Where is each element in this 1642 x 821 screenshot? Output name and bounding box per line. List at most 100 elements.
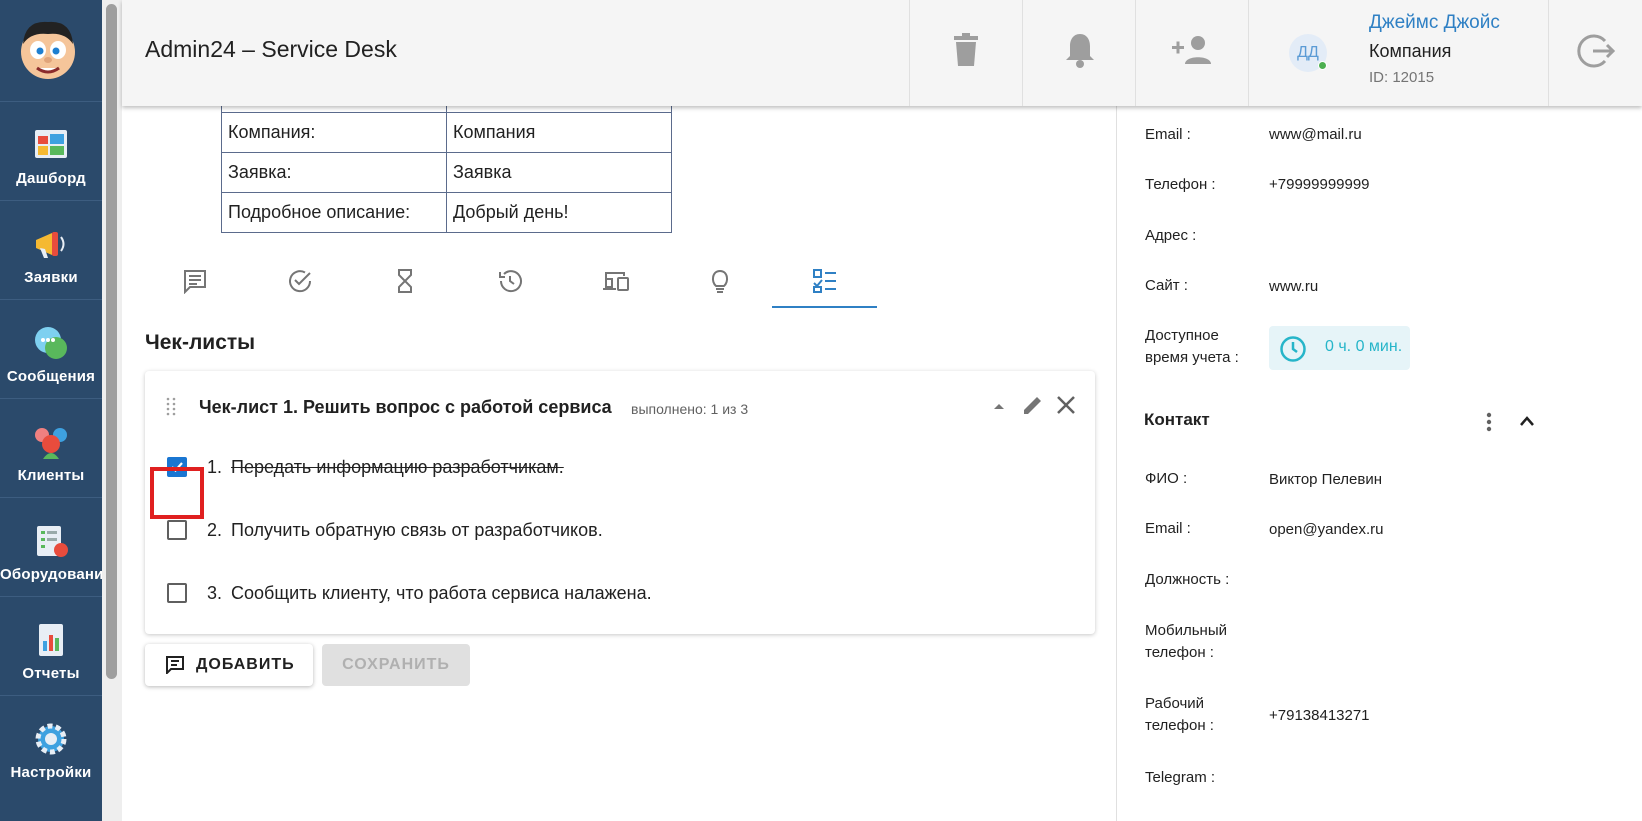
annotation-highlight-box (150, 467, 204, 519)
sidebar-item-dashboard[interactable]: Дашборд (0, 101, 102, 200)
edit-icon[interactable] (1021, 393, 1045, 417)
contact-email[interactable]: open@yandex.ru (1269, 521, 1383, 538)
available-time-value: 0 ч. 0 мин. (1325, 338, 1403, 355)
company-phone[interactable]: +79999999999 (1269, 176, 1370, 193)
contact-heading: Контакт (1144, 410, 1210, 429)
tab-history[interactable] (457, 258, 562, 308)
logo-avatar-icon[interactable] (13, 14, 83, 84)
checklist-item: 2. Получить обратную связь от разработчи… (167, 516, 1067, 546)
equipment-icon (37, 526, 68, 557)
tab-comments[interactable] (142, 258, 247, 308)
notifications-button[interactable] (1022, 0, 1135, 106)
contact-work-phone[interactable]: +79138413271 (1269, 707, 1370, 724)
chevron-up-icon[interactable] (1519, 415, 1535, 427)
table-row: Компания: Компания (221, 112, 672, 153)
top-header: Admin24 – Service Desk ДД Джеймс Джойс К… (122, 0, 1642, 106)
check-circle-icon (289, 270, 312, 293)
contact-mobile-label-line2: телефон : (1145, 644, 1214, 661)
user-name[interactable]: Джеймс Джойс (1369, 12, 1500, 34)
chat-bubbles-icon (35, 327, 67, 359)
table-label: Подробное описание: (221, 192, 447, 233)
table-value: Добрый день! (446, 192, 672, 233)
sidebar-item-equipment[interactable]: Оборудование (0, 497, 112, 596)
available-time-label: Доступное время учета : (1145, 325, 1239, 369)
company-phone-label: Телефон : (1145, 176, 1216, 193)
sidebar-scroll-thumb[interactable] (106, 4, 117, 679)
available-time-label-line1: Доступное (1145, 327, 1219, 344)
save-button[interactable]: СОХРАНИТЬ (322, 644, 470, 686)
dashboard-icon (35, 130, 67, 158)
company-email[interactable]: www@mail.ru (1269, 126, 1362, 143)
sidebar-item-label: Отчеты (22, 665, 80, 682)
table-label: Компания: (221, 112, 447, 153)
lightbulb-icon (711, 269, 729, 293)
logout-icon (1577, 34, 1615, 68)
delete-button[interactable] (909, 0, 1022, 106)
table-value: Заявка (446, 152, 672, 193)
sidebar-item-settings[interactable]: Настройки (0, 695, 102, 794)
company-email-label: Email : (1145, 126, 1191, 143)
sidebar-item-label: Дашборд (16, 170, 86, 187)
contact-fio[interactable]: Виктор Пелевин (1269, 471, 1382, 488)
comments-icon (184, 270, 206, 294)
contact-work-label-line2: телефон : (1145, 717, 1214, 734)
add-user-button[interactable] (1135, 0, 1248, 106)
sidebar-item-requests[interactable]: Заявки (0, 200, 102, 299)
checklist-item-checkbox[interactable] (167, 583, 187, 603)
contact-email-label: Email : (1145, 520, 1191, 537)
table-label: Заявка: (221, 152, 447, 193)
contact-mobile-label: Мобильный телефон : (1145, 620, 1227, 664)
collapse-icon[interactable] (992, 401, 1006, 411)
add-checklist-button[interactable]: ДОБАВИТЬ (145, 644, 313, 686)
clients-icon (35, 428, 67, 459)
user-id: ID: 12015 (1369, 69, 1435, 86)
request-info-table: Компания: Компания Заявка: Заявка Подроб… (221, 100, 672, 233)
logout-button[interactable] (1548, 0, 1642, 106)
checklist-item-checkbox[interactable] (167, 520, 187, 540)
user-company: Компания (1369, 41, 1452, 61)
sidebar-item-clients[interactable]: Клиенты (0, 398, 102, 497)
table-row: Подробное описание: Добрый день! (221, 192, 672, 233)
sidebar-item-reports[interactable]: Отчеты (0, 596, 102, 695)
checklist-item: 1. Передать информацию разработчикам. (167, 453, 1067, 483)
company-address-label: Адрес : (1145, 227, 1197, 244)
trash-icon (954, 33, 978, 66)
sidebar-item-label: Сообщения (6, 368, 96, 385)
hourglass-icon (398, 269, 412, 293)
page-title: Admin24 – Service Desk (145, 36, 397, 62)
available-time-chip: 0 ч. 0 мин. (1269, 326, 1410, 370)
checklist-item-text[interactable]: Передать информацию разработчикам. (231, 457, 564, 478)
checklist-card: Чек-лист 1. Решить вопрос с работой серв… (145, 371, 1095, 634)
checklist-progress: выполнено: 1 из 3 (631, 401, 749, 417)
contact-position-label: Должность : (1145, 571, 1230, 588)
sidebar-item-messages[interactable]: Сообщения (0, 299, 102, 398)
tab-devices[interactable] (562, 258, 667, 308)
checklist-item-text[interactable]: Сообщить клиенту, что работа сервиса нал… (231, 583, 652, 604)
table-value: Компания (446, 112, 672, 153)
checklist-item-number: 3. (207, 583, 223, 603)
checklist-item-number: 2. (207, 520, 223, 540)
close-icon[interactable] (1056, 395, 1076, 415)
sidebar-item-label: Клиенты (17, 467, 85, 484)
checklist-item-text[interactable]: Получить обратную связь от разработчиков… (231, 520, 603, 541)
checklists-heading: Чек-листы (145, 331, 256, 354)
clock-icon (1280, 336, 1306, 362)
add-button-label: ДОБАВИТЬ (196, 656, 295, 673)
checklist-item-number: 1. (207, 457, 223, 477)
gear-icon (35, 723, 67, 755)
checklist-title: Чек-лист 1. Решить вопрос с работой серв… (199, 397, 612, 417)
devices-icon (603, 272, 629, 291)
tab-completed[interactable] (247, 258, 352, 308)
bell-icon (1066, 34, 1094, 68)
reports-icon (39, 624, 63, 656)
more-vert-icon[interactable] (1486, 412, 1492, 432)
tab-ideas[interactable] (667, 258, 772, 308)
tab-time[interactable] (352, 258, 457, 308)
history-icon (499, 270, 522, 293)
sidebar: Дашборд Заявки Сообщения Клиенты Оборудо… (0, 0, 112, 821)
contact-fio-label: ФИО : (1145, 470, 1188, 487)
drag-handle-icon[interactable] (166, 397, 176, 417)
tab-checklists[interactable] (772, 258, 877, 308)
company-site[interactable]: www.ru (1269, 278, 1318, 295)
sidebar-item-label: Настройки (10, 764, 92, 781)
